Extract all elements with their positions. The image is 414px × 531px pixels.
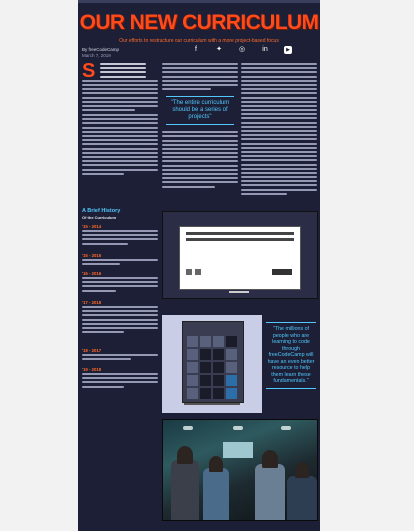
challenge-screenshot [162, 211, 318, 299]
history-entry: '17 - 2018 [82, 300, 158, 335]
next-button [272, 269, 292, 275]
classroom-photo [162, 419, 318, 521]
callout-quote: "The millions of people who are learning… [266, 322, 316, 389]
page-subtitle: Our efforts to restructure our curriculu… [119, 38, 279, 44]
body-paragraph [82, 114, 158, 175]
article-column-3 [241, 63, 317, 198]
page-title: OUR NEW CURRICULUM [79, 11, 319, 34]
body-paragraph [162, 131, 238, 188]
byline: By freeCodeCamp March 7, 2019 [82, 47, 119, 59]
brief-history-title: A Brief History [82, 208, 121, 214]
history-entry: '19 - 2018 [82, 367, 158, 390]
linkedin-icon[interactable]: in [261, 46, 269, 54]
calculator-keys [187, 336, 237, 399]
calculator-screenshot [162, 315, 262, 413]
history-entry: '15 - 2014 [82, 224, 158, 247]
pull-quote: "The entire curriculum should be a serie… [166, 96, 234, 126]
body-paragraph [241, 63, 317, 195]
article-column-2: "The entire curriculum should be a serie… [162, 63, 238, 191]
next-icon [195, 269, 201, 275]
instagram-icon[interactable]: ◎ [238, 46, 246, 54]
publish-date: March 7, 2019 [82, 53, 111, 58]
article-column-1: S [82, 60, 158, 178]
top-bar [78, 0, 320, 3]
social-links: f ✦ ◎ in ▶ [192, 46, 292, 54]
calculator-app [182, 321, 244, 403]
facebook-icon[interactable]: f [192, 46, 200, 54]
history-entry: '18 - 2017 [82, 348, 158, 362]
twitter-icon[interactable]: ✦ [215, 46, 223, 54]
body-paragraph [162, 63, 238, 91]
newsletter-page: OUR NEW CURRICULUM Our efforts to restru… [78, 0, 320, 531]
history-entry: '15 - 2015 [82, 253, 158, 267]
youtube-icon[interactable]: ▶ [284, 46, 292, 54]
brief-history-subtitle: Of the Curriculum [82, 215, 117, 220]
challenge-dialog [179, 226, 301, 290]
drop-cap: S [82, 60, 96, 82]
history-entry: '16 - 2016 [82, 271, 158, 294]
prev-icon [186, 269, 192, 275]
